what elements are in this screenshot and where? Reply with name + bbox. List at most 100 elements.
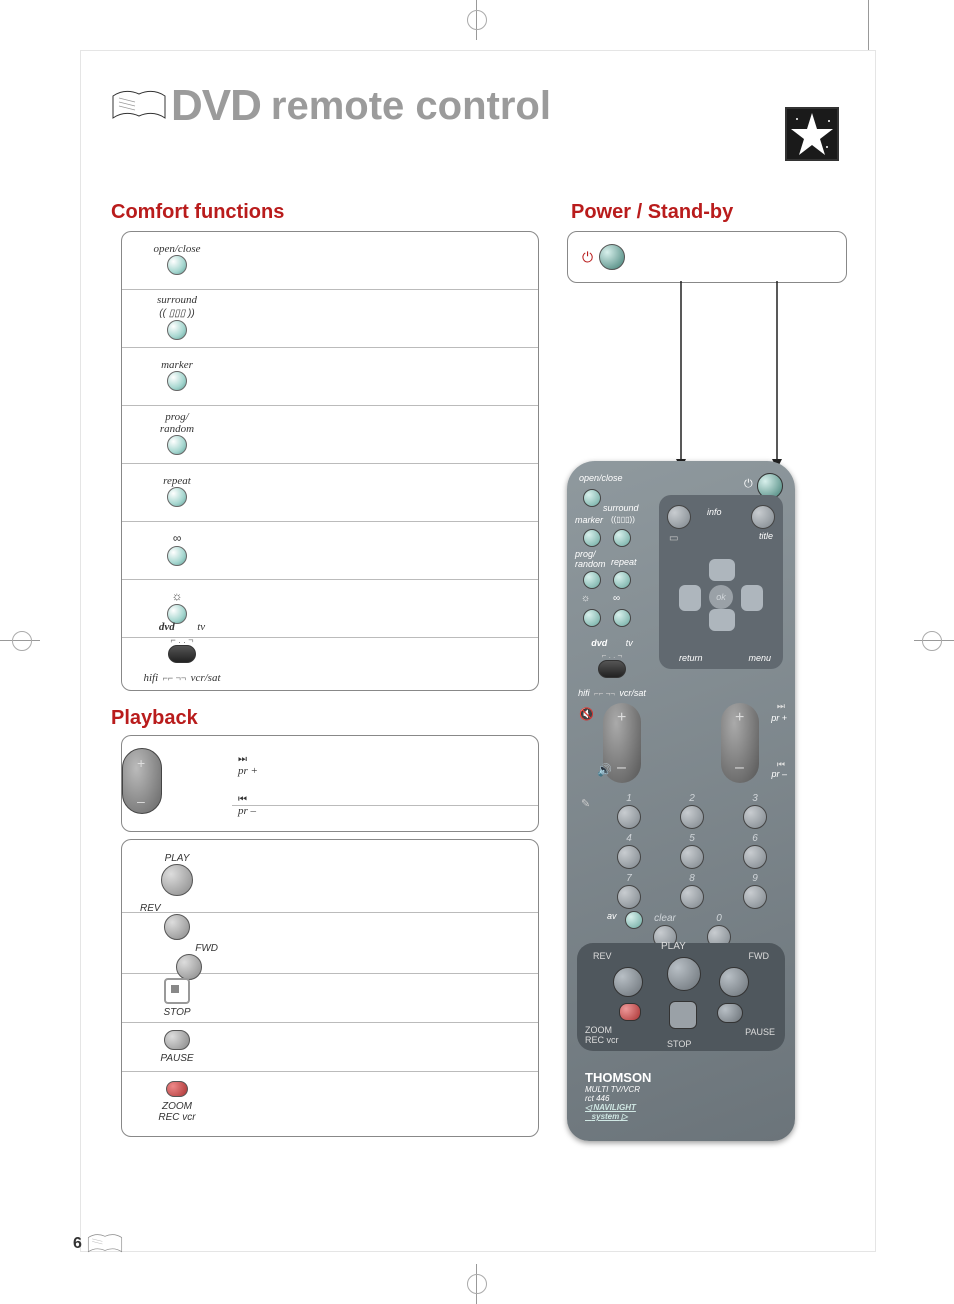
title-row: DVD remote control: [81, 51, 875, 141]
star-decoration: [785, 107, 839, 161]
remote-pr-minus: pr –: [771, 769, 787, 779]
remote-up-button[interactable]: [709, 559, 735, 581]
digit-9: 9: [743, 873, 767, 884]
rev-button-icon: [164, 914, 190, 940]
label-repeat: repeat: [122, 475, 232, 487]
remote-marker-label: marker: [575, 515, 603, 525]
digit-7: 7: [617, 873, 641, 884]
remote-open-close-btn[interactable]: [583, 489, 601, 507]
remote-right-button[interactable]: [741, 585, 763, 611]
play-label: PLAY: [122, 853, 232, 864]
row-prog-random: prog/ random: [122, 406, 538, 464]
remote-keypad: 1 2 3 4 5 6 7 8 9 clear 0: [617, 793, 767, 953]
remote-play-btn[interactable]: [667, 957, 701, 991]
remote-pause-label: PAUSE: [745, 1027, 775, 1037]
remote-navilight: NAVILIGHT: [593, 1103, 636, 1112]
remote-rev-btn[interactable]: [613, 967, 643, 997]
remote-rec-btn[interactable]: [619, 1003, 641, 1021]
digit-0: 0: [707, 913, 731, 924]
fwd-label: FWD: [122, 943, 232, 954]
digit-6: 6: [743, 833, 767, 844]
remote-loop-btn[interactable]: [613, 609, 631, 627]
remote-down-button[interactable]: [709, 609, 735, 631]
surround-button-icon: [167, 320, 187, 340]
crop-circle: [467, 10, 487, 30]
skip-back-icon: ⏮: [238, 794, 247, 805]
label-open-close: open/close: [122, 243, 232, 255]
remote-clear: clear: [653, 913, 677, 924]
remote-pause-btn[interactable]: [717, 1003, 743, 1023]
remote-left-button[interactable]: [679, 585, 701, 611]
remote-tv: tv: [626, 638, 633, 648]
remote-vol-right[interactable]: + –: [721, 703, 759, 783]
repeat-button-icon: [167, 487, 187, 507]
remote-brand-name: THOMSON: [585, 1070, 651, 1085]
remote-screen-icon: ▭: [669, 533, 678, 544]
section-power: Power / Stand-by: [571, 201, 733, 224]
remote-mode-switch[interactable]: [598, 660, 626, 678]
section-comfort: Comfort functions: [111, 201, 284, 224]
remote-key-2[interactable]: [680, 805, 704, 829]
remote-repeat-label: repeat: [611, 557, 637, 567]
crop-mark: [868, 0, 869, 50]
remote-av-btn[interactable]: [625, 911, 643, 929]
pr-minus-label: pr –: [238, 805, 256, 817]
panel-playback-pr: + – ⏭ pr + ⏮ pr –: [121, 735, 539, 832]
section-playback: Playback: [111, 707, 198, 730]
loop-icon: ∞: [173, 531, 182, 545]
remote-key-1[interactable]: [617, 805, 641, 829]
extra-button-1-icon: [167, 546, 187, 566]
book-icon: [111, 86, 167, 126]
remote-fwd-label: FWD: [749, 951, 770, 961]
remote-repeat-btn[interactable]: [613, 571, 631, 589]
panel-power: ⏻: [567, 231, 847, 283]
remote-zoom-label: ZOOM: [585, 1025, 612, 1035]
remote-stop-label: STOP: [667, 1039, 691, 1049]
remote-fwd-btn[interactable]: [719, 967, 749, 997]
remote-prog-random-label: prog/ random: [575, 549, 606, 569]
remote-key-7[interactable]: [617, 885, 641, 909]
crop-circle: [467, 1274, 487, 1294]
remote-key-5[interactable]: [680, 845, 704, 869]
panel-comfort: open/close surround (( ▯▯▯ )) marker pro…: [121, 231, 539, 691]
remote-key-4[interactable]: [617, 845, 641, 869]
remote-dvd: dvd: [591, 638, 607, 648]
remote-info-btn[interactable]: [751, 505, 775, 529]
digit-1: 1: [617, 793, 641, 804]
remote-marker-btn[interactable]: [583, 529, 601, 547]
remote-av: av: [607, 911, 617, 921]
remote-key-9[interactable]: [743, 885, 767, 909]
remote-surround-btn[interactable]: [613, 529, 631, 547]
row-extra-1: ∞: [122, 522, 538, 580]
open-close-button-icon: [167, 255, 187, 275]
remote-prog-btn[interactable]: [583, 571, 601, 589]
title-prefix: DVD: [171, 81, 261, 131]
remote-skip-fwd-icon: ⏭: [777, 701, 785, 712]
remote-ok-button[interactable]: ok: [709, 585, 733, 609]
remote-control: ⏻ open/close surround marker ((▯▯▯)) pro…: [567, 461, 795, 1141]
light-icon: ☼: [172, 589, 183, 603]
mode-switch: dvd tv ⌐ . . ¬ hifi ⌐⌐ ¬¬ vcr/sat: [132, 617, 232, 686]
remote-mute-icon: 🔇: [579, 707, 594, 721]
remote-key-8[interactable]: [680, 885, 704, 909]
footer-book-icon: [87, 1231, 123, 1257]
remote-stop-btn[interactable]: [669, 1001, 697, 1029]
digit-8: 8: [680, 873, 704, 884]
row-open-close: open/close: [122, 232, 538, 290]
remote-rec-label: REC vcr: [585, 1035, 619, 1045]
remote-key-6[interactable]: [743, 845, 767, 869]
remote-light-btn[interactable]: [583, 609, 601, 627]
digit-3: 3: [743, 793, 767, 804]
remote-play-label: PLAY: [661, 941, 686, 952]
remote-loop-icon: ∞: [613, 593, 620, 604]
remote-key-3[interactable]: [743, 805, 767, 829]
remote-nav-btn-tl[interactable]: [667, 505, 691, 529]
mode-vcr-sat: vcr/sat: [191, 672, 221, 684]
arrow-power-to-remote: [771, 281, 783, 469]
remote-surround-label: surround: [603, 503, 639, 513]
digit-4: 4: [617, 833, 641, 844]
remote-model: MULTI TV/VCR rct 446: [585, 1085, 651, 1103]
remote-menu: menu: [748, 653, 771, 663]
page-number: 6: [73, 1235, 82, 1253]
rec-button-icon: [166, 1081, 188, 1097]
